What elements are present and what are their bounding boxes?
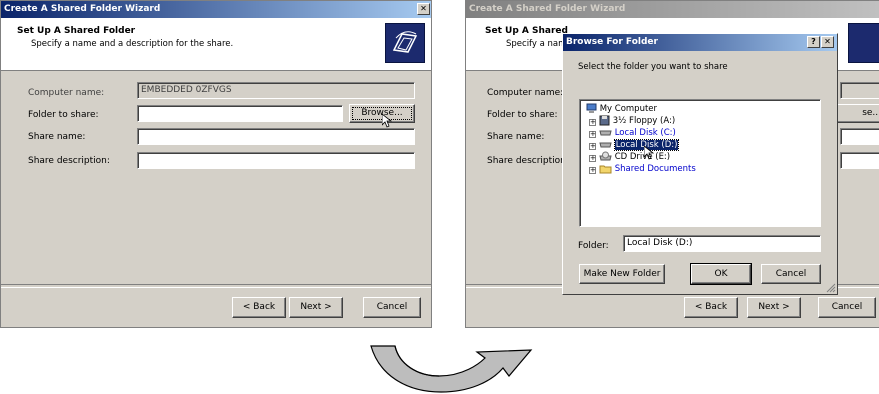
mouse-pointer-icon	[382, 114, 392, 128]
left-back-button[interactable]: < Back	[232, 297, 286, 318]
right-computer-name-field	[840, 82, 879, 99]
expand-shared-docs-toggle[interactable]: +	[589, 167, 596, 174]
tree-item-local-disk-d[interactable]: Local Disk (D:)	[599, 139, 680, 151]
ok-button[interactable]: OK	[690, 263, 752, 285]
tree-item-floppy[interactable]: 3½ Floppy (A:)	[599, 115, 675, 127]
expand-disk-c-toggle[interactable]: +	[589, 131, 596, 138]
folder-to-share-label: Folder to share:	[28, 110, 99, 120]
share-description-input[interactable]	[137, 152, 415, 169]
right-browse-button-label: se...	[862, 108, 879, 118]
folder-input[interactable]: Local Disk (D:)	[623, 235, 821, 252]
left-footer-separator	[1, 284, 431, 288]
left-window-title: Create A Shared Folder Wizard	[4, 4, 161, 14]
tree-item-label: CD Drive (E:)	[614, 152, 671, 162]
browse-dialog-title: Browse For Folder	[566, 37, 658, 47]
expand-cd-drive-toggle[interactable]: +	[589, 155, 596, 162]
left-next-button[interactable]: Next >	[289, 297, 343, 318]
share-description-label: Share description:	[28, 156, 110, 166]
right-cancel-button[interactable]: Cancel	[818, 297, 876, 318]
left-title-bar[interactable]: Create A Shared Folder Wizard	[1, 1, 431, 18]
right-header-subtitle: Specify a nam	[506, 39, 567, 49]
folder-icon	[599, 165, 612, 173]
tree-item-cd-drive[interactable]: CD Drive (E:)	[599, 151, 670, 163]
computer-name-field: EMBEDDED 0ZFVGS	[137, 82, 415, 99]
right-share-description-label: Share description:	[487, 156, 569, 166]
browse-close-button[interactable]: ✕	[821, 36, 834, 48]
transition-arrow-icon	[370, 345, 533, 393]
right-title-bar[interactable]: Create A Shared Folder Wizard	[466, 1, 879, 18]
tree-item-local-disk-c[interactable]: Local Disk (C:)	[599, 127, 676, 139]
browse-title-bar[interactable]: Browse For Folder	[563, 34, 837, 51]
drive-icon	[599, 130, 612, 136]
cd-drive-icon	[599, 151, 612, 161]
tree-item-label: 3½ Floppy (A:)	[612, 116, 676, 126]
share-name-label: Share name:	[28, 132, 86, 142]
browse-folder-dialog: Browse For Folder ? ✕ Select the folder …	[562, 33, 838, 295]
right-window-title: Create A Shared Folder Wizard	[469, 4, 626, 14]
share-wizard-icon	[385, 23, 425, 63]
share-name-input[interactable]	[137, 128, 415, 145]
tree-item-label: Shared Documents	[614, 164, 696, 174]
left-cancel-button[interactable]: Cancel	[363, 297, 421, 318]
right-share-description-input[interactable]	[840, 152, 879, 169]
computer-icon	[586, 103, 597, 113]
expand-floppy-toggle[interactable]: +	[589, 119, 596, 126]
tree-item-shared-documents[interactable]: Shared Documents	[599, 163, 696, 175]
left-header-title: Set Up A Shared Folder	[17, 26, 136, 36]
left-close-button[interactable]: ✕	[417, 3, 430, 15]
help-button[interactable]: ?	[807, 36, 820, 48]
right-share-wizard-icon	[848, 23, 879, 63]
browse-cancel-button[interactable]: Cancel	[761, 264, 821, 284]
right-computer-name-label: Computer name:	[487, 88, 564, 98]
browse-instruction: Select the folder you want to share	[578, 62, 728, 72]
left-wizard-header: Set Up A Shared Folder Specify a name an…	[1, 18, 431, 71]
right-next-button[interactable]: Next >	[747, 297, 801, 318]
make-new-folder-button[interactable]: Make New Folder	[579, 264, 665, 284]
computer-name-label: Computer name:	[28, 88, 105, 98]
right-folder-to-share-label: Folder to share:	[487, 110, 558, 120]
expand-disk-d-toggle[interactable]: +	[589, 143, 596, 150]
folder-label: Folder:	[578, 241, 609, 251]
right-share-name-label: Share name:	[487, 132, 545, 142]
left-header-subtitle: Specify a name and a description for the…	[31, 39, 234, 49]
floppy-icon	[599, 115, 610, 126]
right-header-title: Set Up A Shared	[485, 26, 568, 36]
right-back-button[interactable]: < Back	[684, 297, 738, 318]
folder-tree[interactable]: My Computer + 3½ Floppy (A:) + Local Dis…	[579, 99, 821, 227]
tree-item-label: My Computer	[599, 104, 658, 114]
right-share-name-input[interactable]	[840, 128, 879, 145]
left-wizard-window: Create A Shared Folder Wizard ✕ Set Up A…	[0, 0, 432, 328]
tree-item-my-computer[interactable]: My Computer	[586, 103, 657, 115]
drive-icon	[599, 142, 612, 148]
folder-to-share-input[interactable]	[137, 105, 343, 122]
tree-item-label: Local Disk (C:)	[614, 128, 676, 138]
resize-grip-icon[interactable]	[825, 282, 836, 293]
